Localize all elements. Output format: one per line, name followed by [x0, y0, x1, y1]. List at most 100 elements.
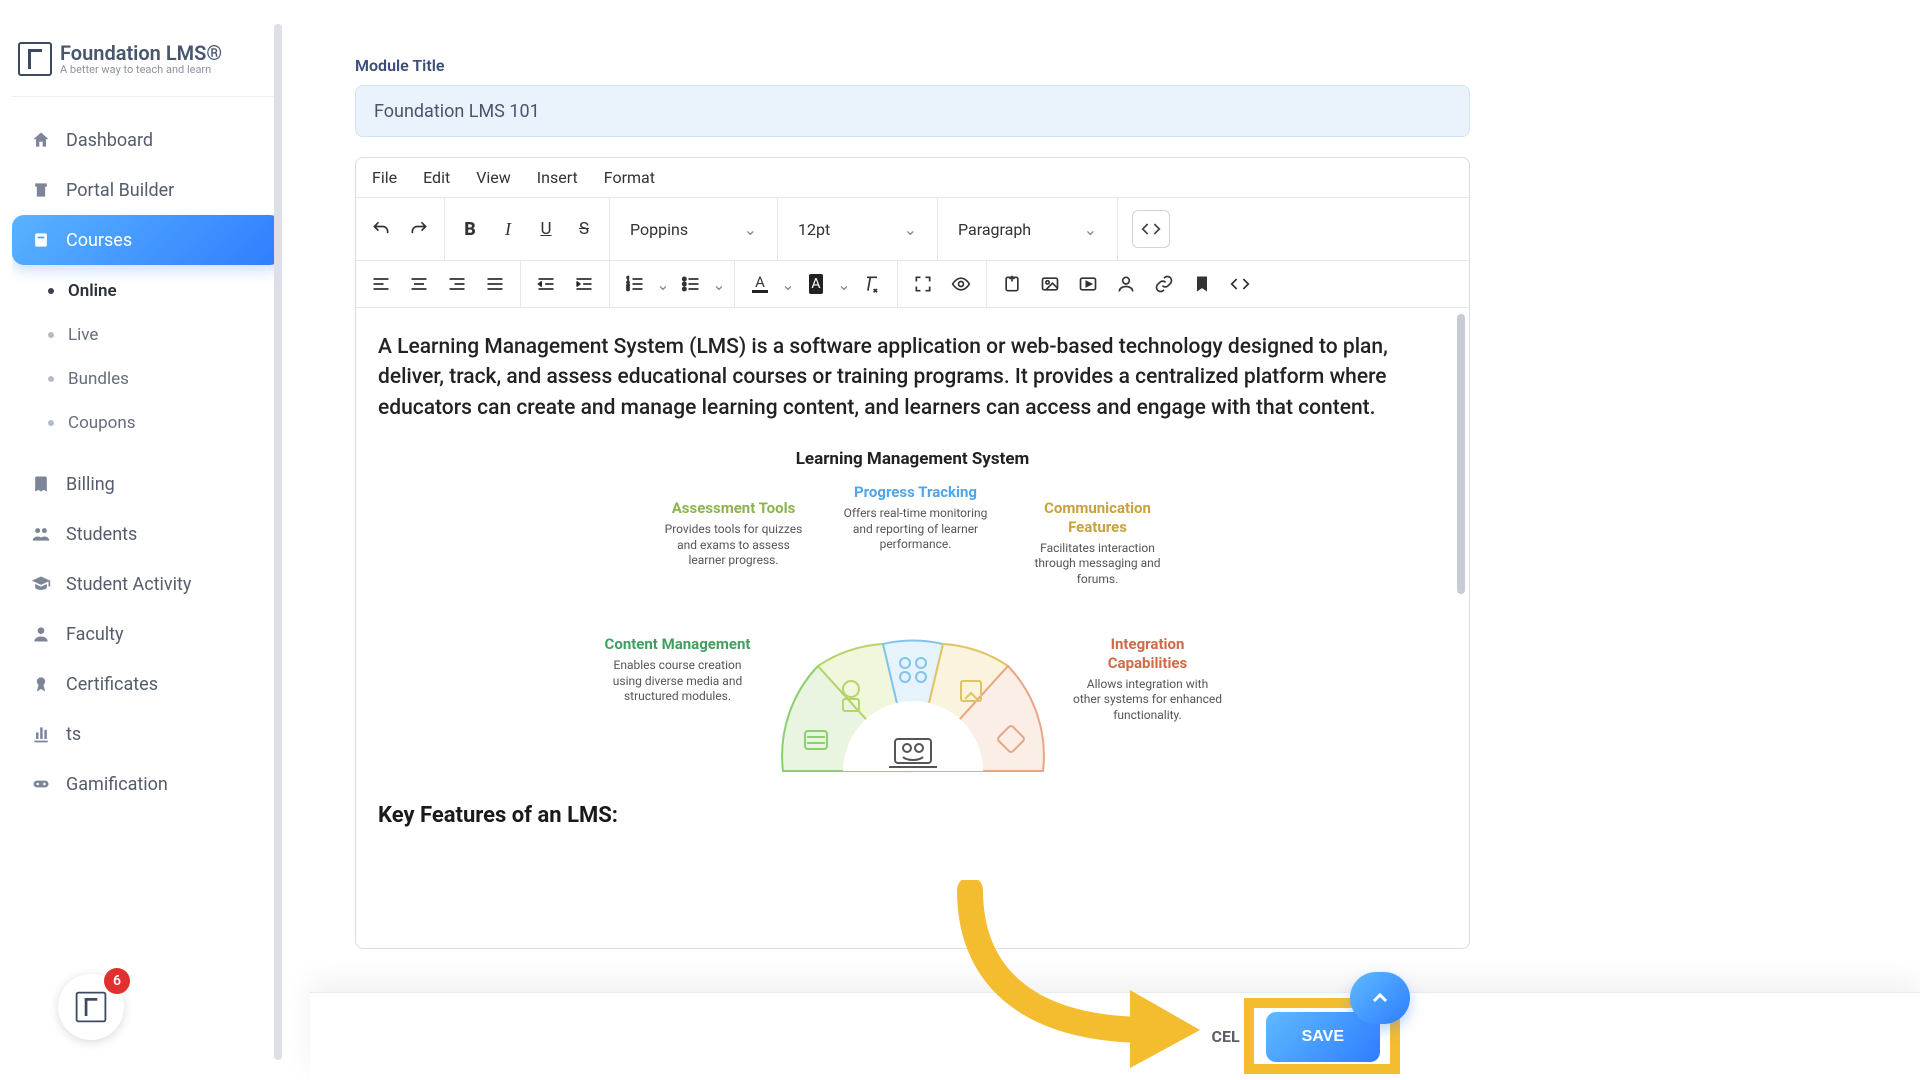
feature-integration-desc: Allows integration with other systems fo… [1073, 677, 1223, 724]
text-color-button[interactable]: A [743, 267, 777, 301]
module-title-input[interactable]: Foundation LMS 101 [355, 85, 1470, 137]
italic-button[interactable]: I [491, 212, 525, 246]
align-justify-button[interactable] [478, 267, 512, 301]
help-launcher[interactable]: 6 [58, 974, 124, 1040]
fullscreen-button[interactable] [906, 267, 940, 301]
feature-progress-title: Progress Tracking [841, 483, 991, 502]
chart-icon [30, 723, 52, 745]
sidebar-item-dashboard[interactable]: Dashboard [12, 115, 282, 165]
courses-submenu: Online Live Bundles Coupons [30, 265, 282, 459]
sidebar-item-certificates[interactable]: Certificates [12, 659, 282, 709]
sidebar-item-label: Gamification [66, 774, 168, 795]
feature-assessment-desc: Provides tools for quizzes and exams to … [659, 522, 809, 569]
sidebar-item-label: Portal Builder [66, 180, 174, 201]
sidebar-item-courses[interactable]: Courses [12, 215, 282, 265]
sidebar-item-students[interactable]: Students [12, 509, 282, 559]
sidebar-item-portal-builder[interactable]: Portal Builder [12, 165, 282, 215]
insert-file-button[interactable] [995, 267, 1029, 301]
redo-button[interactable] [402, 212, 436, 246]
strikethrough-button[interactable]: S [567, 212, 601, 246]
brand-title: Foundation LMS® [60, 42, 222, 64]
insert-image-button[interactable] [1033, 267, 1067, 301]
clear-formatting-button[interactable] [855, 267, 889, 301]
brand: Foundation LMS® A better way to teach an… [12, 14, 282, 97]
module-title-label: Module Title [355, 56, 1490, 75]
sidebar-item-student-activity[interactable]: Student Activity [12, 559, 282, 609]
sidebar-subitem-live[interactable]: Live [30, 313, 282, 357]
brand-tagline: A better way to teach and learn [60, 64, 222, 76]
chevron-down-icon[interactable]: ⌄ [712, 267, 726, 301]
bookmark-button[interactable] [1185, 267, 1219, 301]
align-left-button[interactable] [364, 267, 398, 301]
sidebar-subitem-online[interactable]: Online [30, 269, 282, 313]
sidebar-item-gamification[interactable]: Gamification [12, 759, 282, 809]
lms-infographic: Progress Tracking Offers real-time monit… [593, 475, 1233, 785]
insert-user-button[interactable] [1109, 267, 1143, 301]
font-family-select[interactable]: Poppins ⌄ [618, 209, 769, 249]
chevron-down-icon: ⌄ [904, 220, 917, 239]
scroll-to-top-button[interactable] [1350, 972, 1410, 1024]
menu-view[interactable]: View [476, 168, 511, 187]
block-format-select[interactable]: Paragraph ⌄ [946, 209, 1109, 249]
chevron-down-icon[interactable]: ⌄ [837, 267, 851, 301]
chevron-down-icon[interactable]: ⌄ [781, 267, 795, 301]
students-icon [30, 523, 52, 545]
feature-assessment-title: Assessment Tools [659, 499, 809, 518]
align-center-button[interactable] [402, 267, 436, 301]
menu-format[interactable]: Format [604, 168, 655, 187]
sidebar-item-label: Faculty [66, 624, 124, 645]
underline-button[interactable]: U [529, 212, 563, 246]
editor-body[interactable]: A Learning Management System (LMS) is a … [356, 308, 1469, 948]
diagram-title: Learning Management System [378, 449, 1447, 469]
editor-scrollbar[interactable] [1457, 314, 1465, 594]
insert-video-button[interactable] [1071, 267, 1105, 301]
feature-communication-title: Communication Features [1023, 499, 1173, 537]
bold-button[interactable]: B [453, 212, 487, 246]
sidebar-item-label: Dashboard [66, 130, 153, 151]
menu-insert[interactable]: Insert [537, 168, 578, 187]
menu-file[interactable]: File [372, 168, 397, 187]
graduation-icon [30, 573, 52, 595]
chevron-down-icon: ⌄ [1084, 220, 1097, 239]
source-code-button[interactable] [1132, 210, 1170, 248]
billing-icon [30, 473, 52, 495]
sidebar-subitem-bundles[interactable]: Bundles [30, 357, 282, 401]
courses-icon [30, 229, 52, 251]
block-format-value: Paragraph [958, 220, 1031, 239]
indent-button[interactable] [567, 267, 601, 301]
bullet-list-button[interactable] [674, 267, 708, 301]
svg-text:3: 3 [627, 287, 630, 293]
sidebar-subitem-coupons[interactable]: Coupons [30, 401, 282, 445]
insert-link-button[interactable] [1147, 267, 1181, 301]
feature-content-desc: Enables course creation using diverse me… [603, 658, 753, 705]
highlight-color-button[interactable]: A [799, 267, 833, 301]
fan-diagram-icon [733, 581, 1093, 781]
sidebar-item-partial[interactable]: ts [12, 709, 282, 759]
outdent-button[interactable] [529, 267, 563, 301]
chevron-up-icon [1368, 986, 1392, 1010]
sidebar-scrollbar[interactable] [274, 24, 282, 1060]
sidebar-item-billing[interactable]: Billing [12, 459, 282, 509]
font-size-select[interactable]: 12pt ⌄ [786, 209, 929, 249]
chevron-down-icon[interactable]: ⌄ [656, 267, 670, 301]
editor-menubar: File Edit View Insert Format [356, 158, 1469, 198]
sidebar-item-label: Billing [66, 474, 115, 495]
feature-progress-desc: Offers real-time monitoring and reportin… [841, 506, 991, 553]
sidebar-item-faculty[interactable]: Faculty [12, 609, 282, 659]
sidebar: Foundation LMS® A better way to teach an… [0, 0, 294, 1080]
module-title-value: Foundation LMS 101 [374, 101, 540, 122]
code-sample-button[interactable] [1223, 267, 1257, 301]
align-right-button[interactable] [440, 267, 474, 301]
home-icon [30, 129, 52, 151]
preview-button[interactable] [944, 267, 978, 301]
toolbar-row-1: B I U S Poppins ⌄ 12pt ⌄ Paragraph [356, 198, 1469, 261]
sidebar-item-label: Students [66, 524, 137, 545]
footer-bar: CEL SAVE [310, 992, 1920, 1080]
numbered-list-button[interactable]: 123 [618, 267, 652, 301]
menu-edit[interactable]: Edit [423, 168, 450, 187]
body-paragraph: A Learning Management System (LMS) is a … [378, 332, 1447, 423]
feature-content-title: Content Management [603, 635, 753, 654]
font-size-value: 12pt [798, 220, 830, 239]
cancel-button[interactable]: CEL [1205, 1015, 1245, 1058]
undo-button[interactable] [364, 212, 398, 246]
